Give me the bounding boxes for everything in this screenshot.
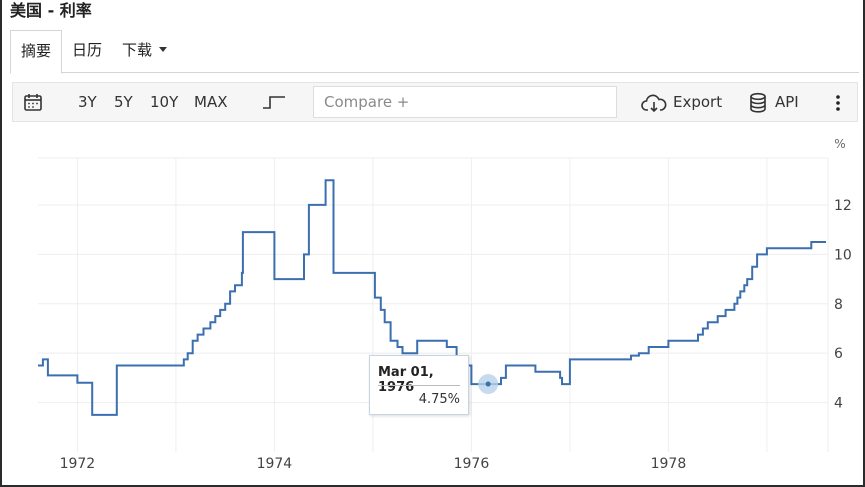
x-tick-label: 1972 bbox=[60, 456, 96, 472]
unit-label: % bbox=[834, 137, 845, 151]
cloud-download-icon[interactable] bbox=[641, 93, 667, 113]
chart-toolbar: 3Y 5Y 10Y MAX Compare + Export API bbox=[12, 82, 858, 122]
tab-download-label: 下载 bbox=[122, 41, 153, 59]
tab-calendar-label: 日历 bbox=[72, 41, 103, 59]
tab-download[interactable]: 下载 bbox=[122, 30, 168, 73]
tab-bar: 摘要 日历 下载 bbox=[10, 30, 859, 74]
chart-tooltip: Mar 01, 1976 4.75% bbox=[369, 355, 469, 415]
interest-rate-chart[interactable]: 4 6 8 10 12 1972 1974 1976 1978% bbox=[2, 128, 863, 487]
caret-down-icon bbox=[159, 46, 168, 52]
range-max-button[interactable]: MAX bbox=[194, 83, 227, 121]
tab-calendar[interactable]: 日历 bbox=[72, 30, 102, 73]
y-tick-label: 8 bbox=[834, 297, 843, 313]
step-line-icon[interactable] bbox=[262, 94, 286, 112]
tooltip-value: 4.75% bbox=[418, 392, 460, 407]
tooltip-date: Mar 01, 1976 bbox=[378, 365, 434, 395]
x-tick-label: 1978 bbox=[651, 456, 687, 472]
x-tick-label: 1976 bbox=[454, 456, 490, 472]
export-button[interactable]: Export bbox=[673, 83, 722, 121]
api-button[interactable]: API bbox=[775, 83, 799, 121]
tooltip-divider bbox=[378, 385, 460, 386]
x-tick-label: 1974 bbox=[257, 456, 293, 472]
range-10y-button[interactable]: 10Y bbox=[150, 83, 178, 121]
range-3y-button[interactable]: 3Y bbox=[78, 83, 97, 121]
database-icon[interactable] bbox=[748, 92, 768, 114]
y-tick-label: 6 bbox=[834, 346, 843, 362]
calendar-icon[interactable] bbox=[23, 92, 43, 112]
more-vert-icon[interactable] bbox=[835, 94, 841, 112]
range-5y-button[interactable]: 5Y bbox=[114, 83, 133, 121]
hover-point bbox=[485, 381, 491, 387]
page-title: 美国 - 利率 bbox=[10, 1, 92, 20]
app-frame: 美国 - 利率 摘要 日历 下载 3Y 5Y 10Y MAX Compare +… bbox=[0, 0, 865, 487]
y-tick-label: 4 bbox=[834, 396, 843, 412]
tab-summary-label: 摘要 bbox=[20, 42, 51, 60]
compare-input[interactable]: Compare + bbox=[313, 86, 617, 118]
y-tick-label: 12 bbox=[834, 198, 852, 214]
y-tick-label: 10 bbox=[834, 247, 852, 263]
tab-summary[interactable]: 摘要 bbox=[10, 30, 62, 74]
